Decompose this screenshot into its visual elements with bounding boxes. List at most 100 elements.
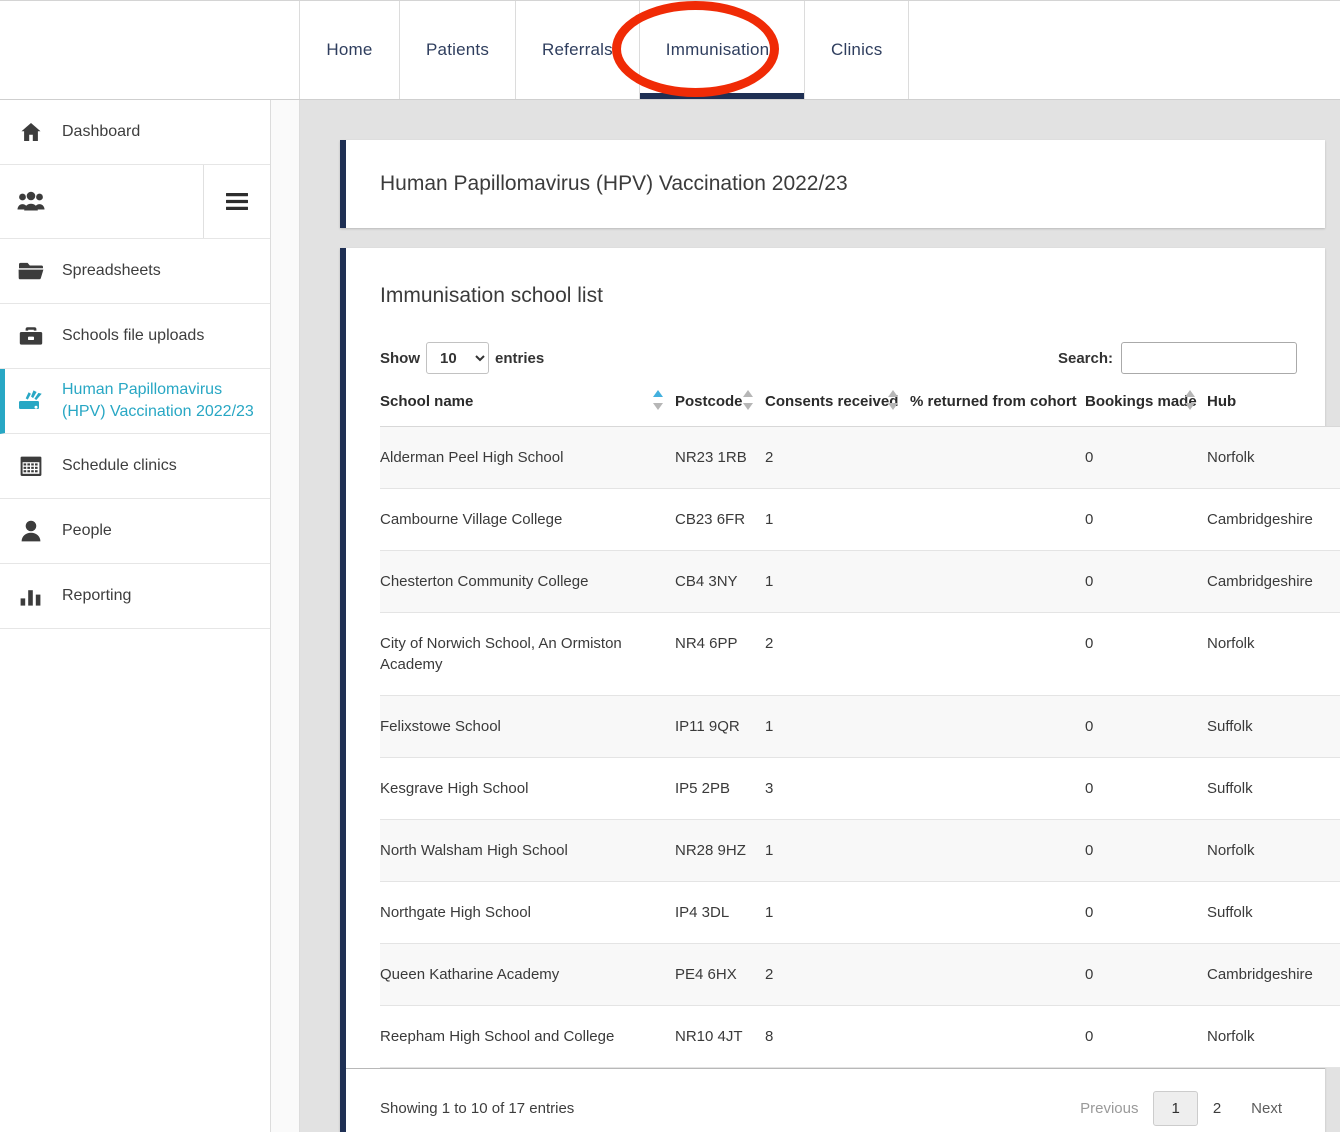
table-row[interactable]: North Walsham High SchoolNR28 9HZ10Norfo… (380, 820, 1340, 882)
entries-label-before: Show (380, 350, 420, 367)
cell-postcode: NR28 9HZ (675, 820, 765, 882)
column-header-school-name[interactable]: School name (380, 392, 675, 427)
cell-bookings-made: 0 (1085, 696, 1207, 758)
sidebar-item-hpv-vaccination[interactable]: Human Papillomavirus (HPV) Vaccination 2… (0, 369, 270, 434)
main-content: Human Papillomavirus (HPV) Vaccination 2… (300, 100, 1340, 1132)
search-input[interactable] (1121, 342, 1297, 374)
cell-school-name: North Walsham High School (380, 820, 675, 882)
entries-length-control: Show 10 25 50 100 entries (380, 342, 544, 374)
cell-school-name: Northgate High School (380, 882, 675, 944)
sort-arrows-icon[interactable] (653, 390, 663, 410)
page-title-panel: Human Papillomavirus (HPV) Vaccination 2… (340, 140, 1325, 228)
sidebar-item-schedule-clinics[interactable]: Schedule clinics (0, 434, 270, 499)
table-row[interactable]: Northgate High SchoolIP4 3DL10Suffolk (380, 882, 1340, 944)
table-row[interactable]: Felixstowe SchoolIP11 9QR10Suffolk (380, 696, 1340, 758)
sidebar-menu-toggle[interactable] (204, 165, 270, 238)
calendar-icon (0, 455, 62, 477)
sidebar-item-users-main[interactable] (0, 165, 204, 238)
cell-bookings-made: 0 (1085, 944, 1207, 1006)
nav-tab-immunisations[interactable]: Immunisations (640, 1, 805, 99)
pagination-page-1[interactable]: 1 (1153, 1091, 1197, 1126)
immunisation-school-table: School name Postcode Consents received (380, 392, 1340, 1068)
table-row[interactable]: Queen Katharine AcademyPE4 6HX20Cambridg… (380, 944, 1340, 1006)
column-header-bookings-made[interactable]: Bookings made (1085, 392, 1207, 427)
table-row[interactable]: Reepham High School and CollegeNR10 4JT8… (380, 1006, 1340, 1068)
entries-per-page-select[interactable]: 10 25 50 100 (426, 342, 489, 374)
vaccination-icon (0, 389, 62, 413)
cell-consents-received: 2 (765, 944, 910, 1006)
cell-bookings-made: 0 (1085, 1006, 1207, 1068)
cell-hub: Cambridgeshire (1207, 944, 1340, 1006)
nav-tab-referrals[interactable]: Referrals (516, 1, 640, 99)
cell-school-name: Reepham High School and College (380, 1006, 675, 1068)
column-header-percent-returned[interactable]: % returned from cohort (910, 392, 1085, 427)
person-icon (0, 520, 62, 542)
pagination-page-2[interactable]: 2 (1198, 1091, 1236, 1126)
pagination-next[interactable]: Next (1236, 1091, 1297, 1126)
table-footer: Showing 1 to 10 of 17 entries Previous 1… (346, 1068, 1325, 1132)
sidebar-item-people[interactable]: People (0, 499, 270, 564)
cell-bookings-made: 0 (1085, 551, 1207, 613)
cell-consents-received: 2 (765, 427, 910, 489)
column-header-hub[interactable]: Hub (1207, 392, 1340, 427)
sidebar-item-label: Reporting (62, 585, 145, 607)
table-header: School name Postcode Consents received (380, 392, 1340, 427)
cell-hub: Norfolk (1207, 427, 1340, 489)
cell-hub: Suffolk (1207, 882, 1340, 944)
nav-tab-patients[interactable]: Patients (400, 1, 516, 99)
nav-tab-clinics[interactable]: Clinics (805, 1, 909, 99)
table-row[interactable]: Alderman Peel High SchoolNR23 1RB20Norfo… (380, 427, 1340, 489)
pagination-previous[interactable]: Previous (1065, 1091, 1153, 1126)
table-row[interactable]: Kesgrave High SchoolIP5 2PB30Suffolk (380, 758, 1340, 820)
showing-entries-info: Showing 1 to 10 of 17 entries (380, 1100, 574, 1117)
sidebar-spacer (271, 100, 300, 1132)
cell-postcode: NR4 6PP (675, 613, 765, 696)
table-row[interactable]: Chesterton Community CollegeCB4 3NY10Cam… (380, 551, 1340, 613)
table-row[interactable]: City of Norwich School, An Ormiston Acad… (380, 613, 1340, 696)
sidebar-item-reporting[interactable]: Reporting (0, 564, 270, 629)
table-row[interactable]: Cambourne Village CollegeCB23 6FR10Cambr… (380, 489, 1340, 551)
cell-bookings-made: 0 (1085, 758, 1207, 820)
cell-consents-received: 1 (765, 882, 910, 944)
cell-school-name: Felixstowe School (380, 696, 675, 758)
card-heading: Immunisation school list (380, 284, 1297, 308)
column-header-consents-received[interactable]: Consents received (765, 392, 910, 427)
cell-school-name: City of Norwich School, An Ormiston Acad… (380, 613, 675, 696)
cell-consents-received: 1 (765, 696, 910, 758)
nav-tab-home[interactable]: Home (300, 1, 400, 99)
column-header-postcode[interactable]: Postcode (675, 392, 765, 427)
sidebar-item-label: Schools file uploads (62, 325, 218, 347)
nav-right-area (909, 1, 1340, 99)
sidebar-item-schools-file-uploads[interactable]: Schools file uploads (0, 304, 270, 369)
immunisation-school-list-card: Immunisation school list Show 10 25 50 1… (340, 248, 1325, 1132)
search-control: Search: (1058, 342, 1297, 374)
cell-school-name: Chesterton Community College (380, 551, 675, 613)
page-title: Human Papillomavirus (HPV) Vaccination 2… (380, 172, 848, 196)
cell-school-name: Kesgrave High School (380, 758, 675, 820)
cell-postcode: CB23 6FR (675, 489, 765, 551)
sidebar-item-dashboard[interactable]: Dashboard (0, 100, 270, 165)
sort-arrows-icon[interactable] (1185, 390, 1195, 410)
app-root: Home Patients Referrals Immunisations Cl… (0, 0, 1340, 1132)
home-icon (0, 120, 62, 144)
sidebar: Dashboard (0, 100, 271, 1132)
sidebar-item-spreadsheets[interactable]: Spreadsheets (0, 239, 270, 304)
sidebar-item-users[interactable] (0, 165, 270, 239)
briefcase-icon (0, 325, 62, 347)
cell-percent-returned (910, 427, 1085, 489)
cell-consents-received: 2 (765, 613, 910, 696)
cell-consents-received: 8 (765, 1006, 910, 1068)
nav-logo-area (0, 1, 300, 99)
cell-postcode: IP5 2PB (675, 758, 765, 820)
cell-hub: Cambridgeshire (1207, 489, 1340, 551)
folder-icon (0, 260, 62, 282)
sidebar-item-label: People (62, 520, 126, 542)
cell-bookings-made: 0 (1085, 882, 1207, 944)
table-body: Alderman Peel High SchoolNR23 1RB20Norfo… (380, 427, 1340, 1068)
sidebar-item-label: Spreadsheets (62, 260, 175, 282)
cell-percent-returned (910, 820, 1085, 882)
sort-arrows-icon[interactable] (743, 390, 753, 410)
sort-arrows-icon[interactable] (888, 390, 898, 410)
cell-percent-returned (910, 882, 1085, 944)
column-label: Bookings made (1085, 393, 1197, 410)
